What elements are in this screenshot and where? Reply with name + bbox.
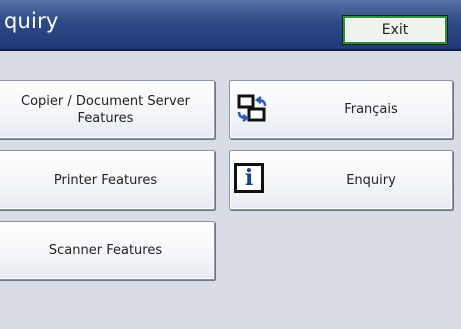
- info-icon: i: [234, 163, 264, 193]
- copier-document-server-features-button[interactable]: Copier / Document Server Features: [0, 80, 215, 139]
- enquiry-screen: quiry Exit Copier / Document Server Feat…: [0, 0, 461, 329]
- exit-button[interactable]: Exit: [343, 16, 447, 44]
- language-label-wrap: Français: [290, 81, 452, 138]
- page-title: quiry: [4, 9, 59, 33]
- language-button-label: Français: [344, 102, 398, 117]
- language-switch-icon: [237, 94, 267, 122]
- title-bar: quiry Exit: [0, 0, 461, 51]
- copier-label-line2: Features: [77, 110, 134, 126]
- enquiry-label-wrap: Enquiry: [290, 151, 452, 209]
- scanner-features-button[interactable]: Scanner Features: [0, 221, 215, 280]
- enquiry-button-label: Enquiry: [346, 172, 396, 188]
- printer-features-button[interactable]: Printer Features: [0, 150, 215, 210]
- scanner-button-label: Scanner Features: [48, 243, 163, 258]
- menu-area: Copier / Document Server Features Printe…: [0, 51, 461, 329]
- copier-label-line1: Copier / Document Server: [21, 93, 190, 109]
- copier-button-label: Copier / Document Server Features: [21, 93, 190, 127]
- language-francais-button[interactable]: Français: [229, 80, 453, 139]
- printer-button-label: Printer Features: [53, 172, 158, 188]
- enquiry-button[interactable]: i Enquiry: [229, 150, 453, 210]
